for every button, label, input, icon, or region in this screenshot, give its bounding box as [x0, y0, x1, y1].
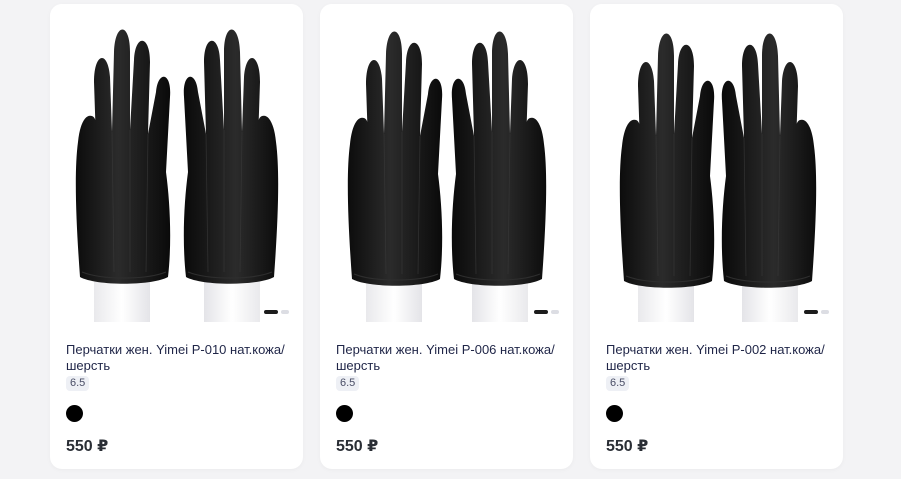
size-badge: 6.5	[606, 376, 630, 391]
slider-dots[interactable]	[534, 310, 559, 314]
size-badge: 6.5	[66, 376, 90, 391]
product-card[interactable]: Перчатки жен. Yimei P-002 нат.кожа/шерст…	[590, 4, 843, 469]
slider-dot-active[interactable]	[534, 310, 548, 314]
product-image[interactable]	[590, 4, 843, 322]
slider-dot-active[interactable]	[264, 310, 278, 314]
product-card[interactable]: Перчатки жен. Yimei P-010 нат.кожа/шерст…	[50, 4, 303, 469]
slider-dots[interactable]	[804, 310, 829, 314]
size-badge: 6.5	[336, 376, 360, 391]
slider-dots[interactable]	[264, 310, 289, 314]
product-price: 550 ₽	[66, 438, 109, 455]
product-image[interactable]	[50, 4, 303, 322]
slider-dot[interactable]	[821, 310, 829, 314]
color-swatch[interactable]	[606, 405, 623, 422]
product-grid: Перчатки жен. Yimei P-010 нат.кожа/шерст…	[0, 0, 901, 479]
product-image[interactable]	[320, 4, 573, 322]
product-title[interactable]: Перчатки жен. Yimei P-006 нат.кожа/шерст…	[336, 342, 561, 374]
slider-dot[interactable]	[551, 310, 559, 314]
color-swatch[interactable]	[66, 405, 83, 422]
color-swatch[interactable]	[336, 405, 353, 422]
product-title[interactable]: Перчатки жен. Yimei P-002 нат.кожа/шерст…	[606, 342, 831, 374]
slider-dot[interactable]	[281, 310, 289, 314]
product-price: 550 ₽	[336, 438, 379, 455]
product-title[interactable]: Перчатки жен. Yimei P-010 нат.кожа/шерст…	[66, 342, 291, 374]
product-card[interactable]: Перчатки жен. Yimei P-006 нат.кожа/шерст…	[320, 4, 573, 469]
slider-dot-active[interactable]	[804, 310, 818, 314]
product-price: 550 ₽	[606, 438, 649, 455]
